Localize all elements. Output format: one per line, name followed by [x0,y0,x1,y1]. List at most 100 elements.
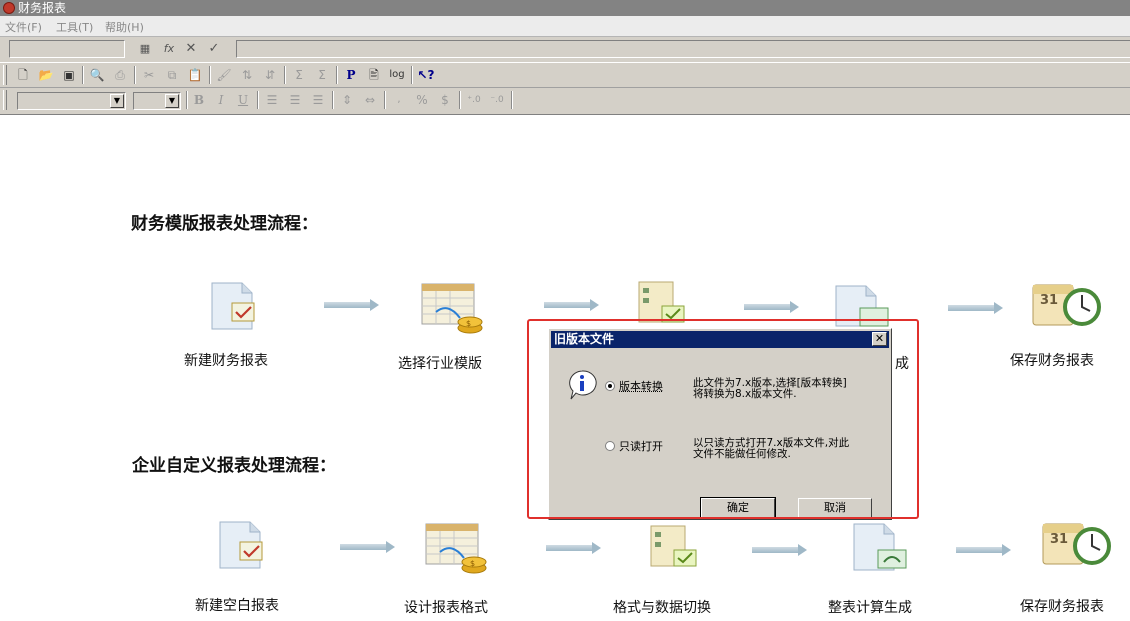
flow-arrow [324,299,379,311]
design-format-icon[interactable]: $ [424,522,488,578]
new-report-icon[interactable] [208,281,270,331]
convert-version-label[interactable]: 版本转换 [619,378,663,394]
decrease-decimal-icon[interactable]: ⁻.0 [488,91,506,109]
chevron-down-icon[interactable]: ▼ [110,94,124,108]
cut-icon[interactable]: ✂ [140,66,158,84]
step-label: 新建财务报表 [184,353,268,369]
new-blank-report-icon[interactable] [216,520,278,570]
menu-bar: 文件(F) 工具(T) 帮助(H) [0,16,1130,37]
flow-arrow [956,544,1011,556]
title-bar: 财务报表 [0,0,1130,16]
sum-selection-icon[interactable]: Σ [313,66,331,84]
app-icon [3,2,15,14]
readonly-desc-line2: 文件不能做任何修改. [693,448,791,460]
column-width-icon[interactable]: ⇔ [361,91,379,109]
copy-icon[interactable]: ⧉ [163,66,181,84]
sum-icon[interactable]: Σ [290,66,308,84]
help-pointer-icon[interactable]: ↖? [417,66,435,84]
flow-arrow [744,301,799,313]
flow-arrow [752,544,807,556]
bold-button[interactable]: B [190,91,208,109]
underline-button[interactable]: U [234,91,252,109]
readonly-open-radio[interactable] [605,441,615,451]
new-file-icon[interactable]: 🗋 [14,66,32,84]
align-right-icon[interactable]: ☰ [309,91,327,109]
separator [186,91,188,109]
cell-name-box[interactable] [9,40,125,58]
app-window: 财务报表 文件(F) 工具(T) 帮助(H) ▦ fx ✕ ✓ 🗋 📂 ▣ 🔍 … [0,0,1130,621]
separator [332,91,334,109]
save-report-clock-icon[interactable]: 31 [1030,281,1102,331]
save-icon[interactable]: ▣ [60,66,78,84]
cancel-formula-button[interactable]: ✕ [182,41,200,57]
flow-arrow [948,302,1003,314]
font-name-select[interactable]: ▼ [17,92,126,110]
separator [134,66,136,84]
cancel-button[interactable]: 取消 [798,498,872,518]
document-icon[interactable]: 🖹 [365,66,383,84]
step-label: 选择行业模版 [398,356,482,372]
step-label: 保存财务报表 [1010,353,1094,369]
close-icon[interactable]: ✕ [872,332,887,346]
separator [82,66,84,84]
separator [257,91,259,109]
open-folder-icon[interactable]: 📂 [37,66,55,84]
chevron-down-icon[interactable]: ▼ [165,94,179,108]
sort-ascending-icon[interactable]: ⇅ [238,66,256,84]
separator [284,66,286,84]
step-label: 格式与数据切换 [613,600,711,616]
increase-decimal-icon[interactable]: ⁺.0 [465,91,483,109]
select-template-icon[interactable]: $ [420,282,484,338]
sort-descending-icon[interactable]: ⇵ [261,66,279,84]
comma-style-icon[interactable]: , [390,91,408,109]
percent-button[interactable]: % [413,91,431,109]
separator [384,91,386,109]
p-button[interactable]: P [342,66,360,84]
window-title: 财务报表 [18,1,67,15]
italic-button[interactable]: I [212,91,230,109]
separator [209,66,211,84]
currency-button[interactable]: $ [436,91,454,109]
formula-input[interactable] [236,40,1130,58]
formula-bar: ▦ fx ✕ ✓ [0,37,1130,62]
readonly-open-label[interactable]: 只读打开 [619,438,663,454]
toolbar-grip[interactable] [3,90,7,110]
convert-version-radio[interactable] [605,381,615,391]
print-icon[interactable]: ⎙ [111,66,129,84]
flow-arrow [340,541,395,553]
toolbar-grip[interactable] [3,65,7,85]
flow-arrow [544,299,599,311]
step-label: 成 [895,356,909,372]
fx-button[interactable]: fx [160,41,178,57]
menu-file[interactable]: 文件(F) [5,19,42,35]
info-icon [569,370,597,400]
font-size-select[interactable]: ▼ [133,92,181,110]
separator [411,66,413,84]
step-label: 整表计算生成 [828,600,912,616]
ok-button[interactable]: 确定 [700,497,776,519]
print-preview-icon[interactable]: 🔍 [88,66,106,84]
dialog-title-bar[interactable]: 旧版本文件 ✕ [551,331,889,348]
data-switch-icon[interactable] [636,280,686,324]
old-version-dialog: 旧版本文件 ✕ 版本转换 此文件为7.x版本,选择[版本转换] 将转换为8.x版… [548,328,892,520]
flow-arrow [546,542,601,554]
calculate-report-icon[interactable] [832,284,894,328]
row-height-icon[interactable]: ⇕ [338,91,356,109]
template-flow-title: 财务模版报表处理流程： [131,214,318,234]
align-left-icon[interactable]: ☰ [263,91,281,109]
convert-version-desc-line2: 将转换为8.x版本文件. [693,388,797,400]
svg-text:31: 31 [1040,293,1058,308]
confirm-formula-button[interactable]: ✓ [205,41,223,57]
log-button[interactable]: log [388,66,406,84]
step-label: 设计报表格式 [404,600,488,616]
save-report-clock-icon[interactable]: 31 [1040,520,1112,570]
sheet-calculate-icon[interactable] [850,522,912,572]
dialog-title: 旧版本文件 [554,332,615,346]
format-data-switch-icon[interactable] [648,524,698,568]
menu-help[interactable]: 帮助(H) [105,19,144,35]
format-painter-icon[interactable]: 🖌 [215,66,233,84]
function-grid-icon[interactable]: ▦ [136,41,154,57]
paste-icon[interactable]: 📋 [186,66,204,84]
align-center-icon[interactable]: ☰ [286,91,304,109]
menu-tools[interactable]: 工具(T) [56,19,93,35]
